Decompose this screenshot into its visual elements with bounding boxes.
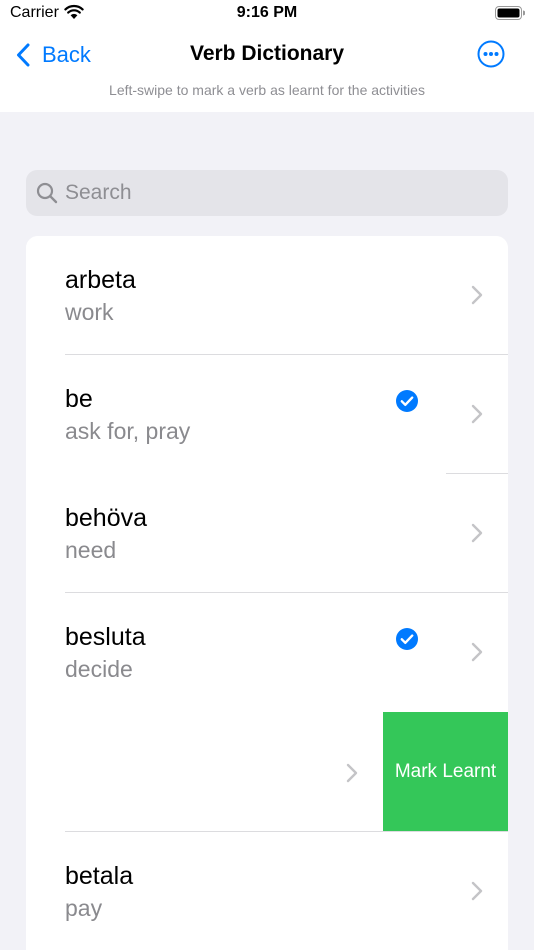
chevron-right-icon (346, 763, 358, 783)
search-field[interactable]: Search (26, 170, 508, 216)
list-item[interactable]: be ask for, pray (26, 355, 508, 474)
chevron-right-icon (471, 285, 483, 305)
chevron-right-icon (471, 523, 483, 543)
meaning-label: decide (65, 656, 133, 682)
screen: Carrier 9:16 PM Back Verb Dictionary Lef… (0, 0, 534, 950)
list-item[interactable]: a (26, 712, 384, 831)
swiped-row[interactable]: a Mark Learnt (26, 712, 508, 831)
battery-icon (495, 6, 525, 20)
verb-label: be (65, 385, 93, 413)
list-item[interactable]: behöva need (26, 474, 508, 593)
list-item[interactable]: besluta decide (26, 593, 508, 712)
clock: 9:16 PM (236, 4, 298, 21)
verb-label: arbeta (65, 266, 136, 294)
meaning-label: work (65, 299, 114, 325)
meaning-label: pay (65, 895, 103, 921)
learnt-checkmark-icon (396, 628, 418, 650)
page-title: Verb Dictionary (189, 42, 345, 65)
learnt-checkmark-icon (396, 390, 418, 412)
meaning-label: ask for, pray (65, 418, 191, 444)
list-item[interactable]: betala pay (26, 832, 508, 950)
status-bar: Carrier 9:16 PM (0, 0, 534, 30)
chevron-right-icon (471, 404, 483, 424)
mark-learnt-button[interactable]: Mark Learnt (383, 712, 508, 831)
search-icon (36, 182, 58, 204)
meaning-label: need (65, 537, 117, 563)
verb-label: betala (65, 862, 134, 890)
subtitle-hint: Left-swipe to mark a verb as learnt for … (109, 82, 425, 98)
chevron-right-icon (471, 642, 483, 662)
verb-label: besluta (65, 623, 146, 651)
navigation-bar: Back Verb Dictionary Left-swipe to mark … (0, 30, 534, 112)
more-options-icon[interactable] (477, 40, 505, 68)
list-item[interactable]: arbeta work (26, 236, 508, 355)
search-placeholder: Search (65, 181, 132, 204)
chevron-right-icon (471, 881, 483, 901)
verb-label: behöva (65, 504, 148, 532)
verb-list: arbeta work be ask for, pray behöva need… (26, 236, 508, 950)
